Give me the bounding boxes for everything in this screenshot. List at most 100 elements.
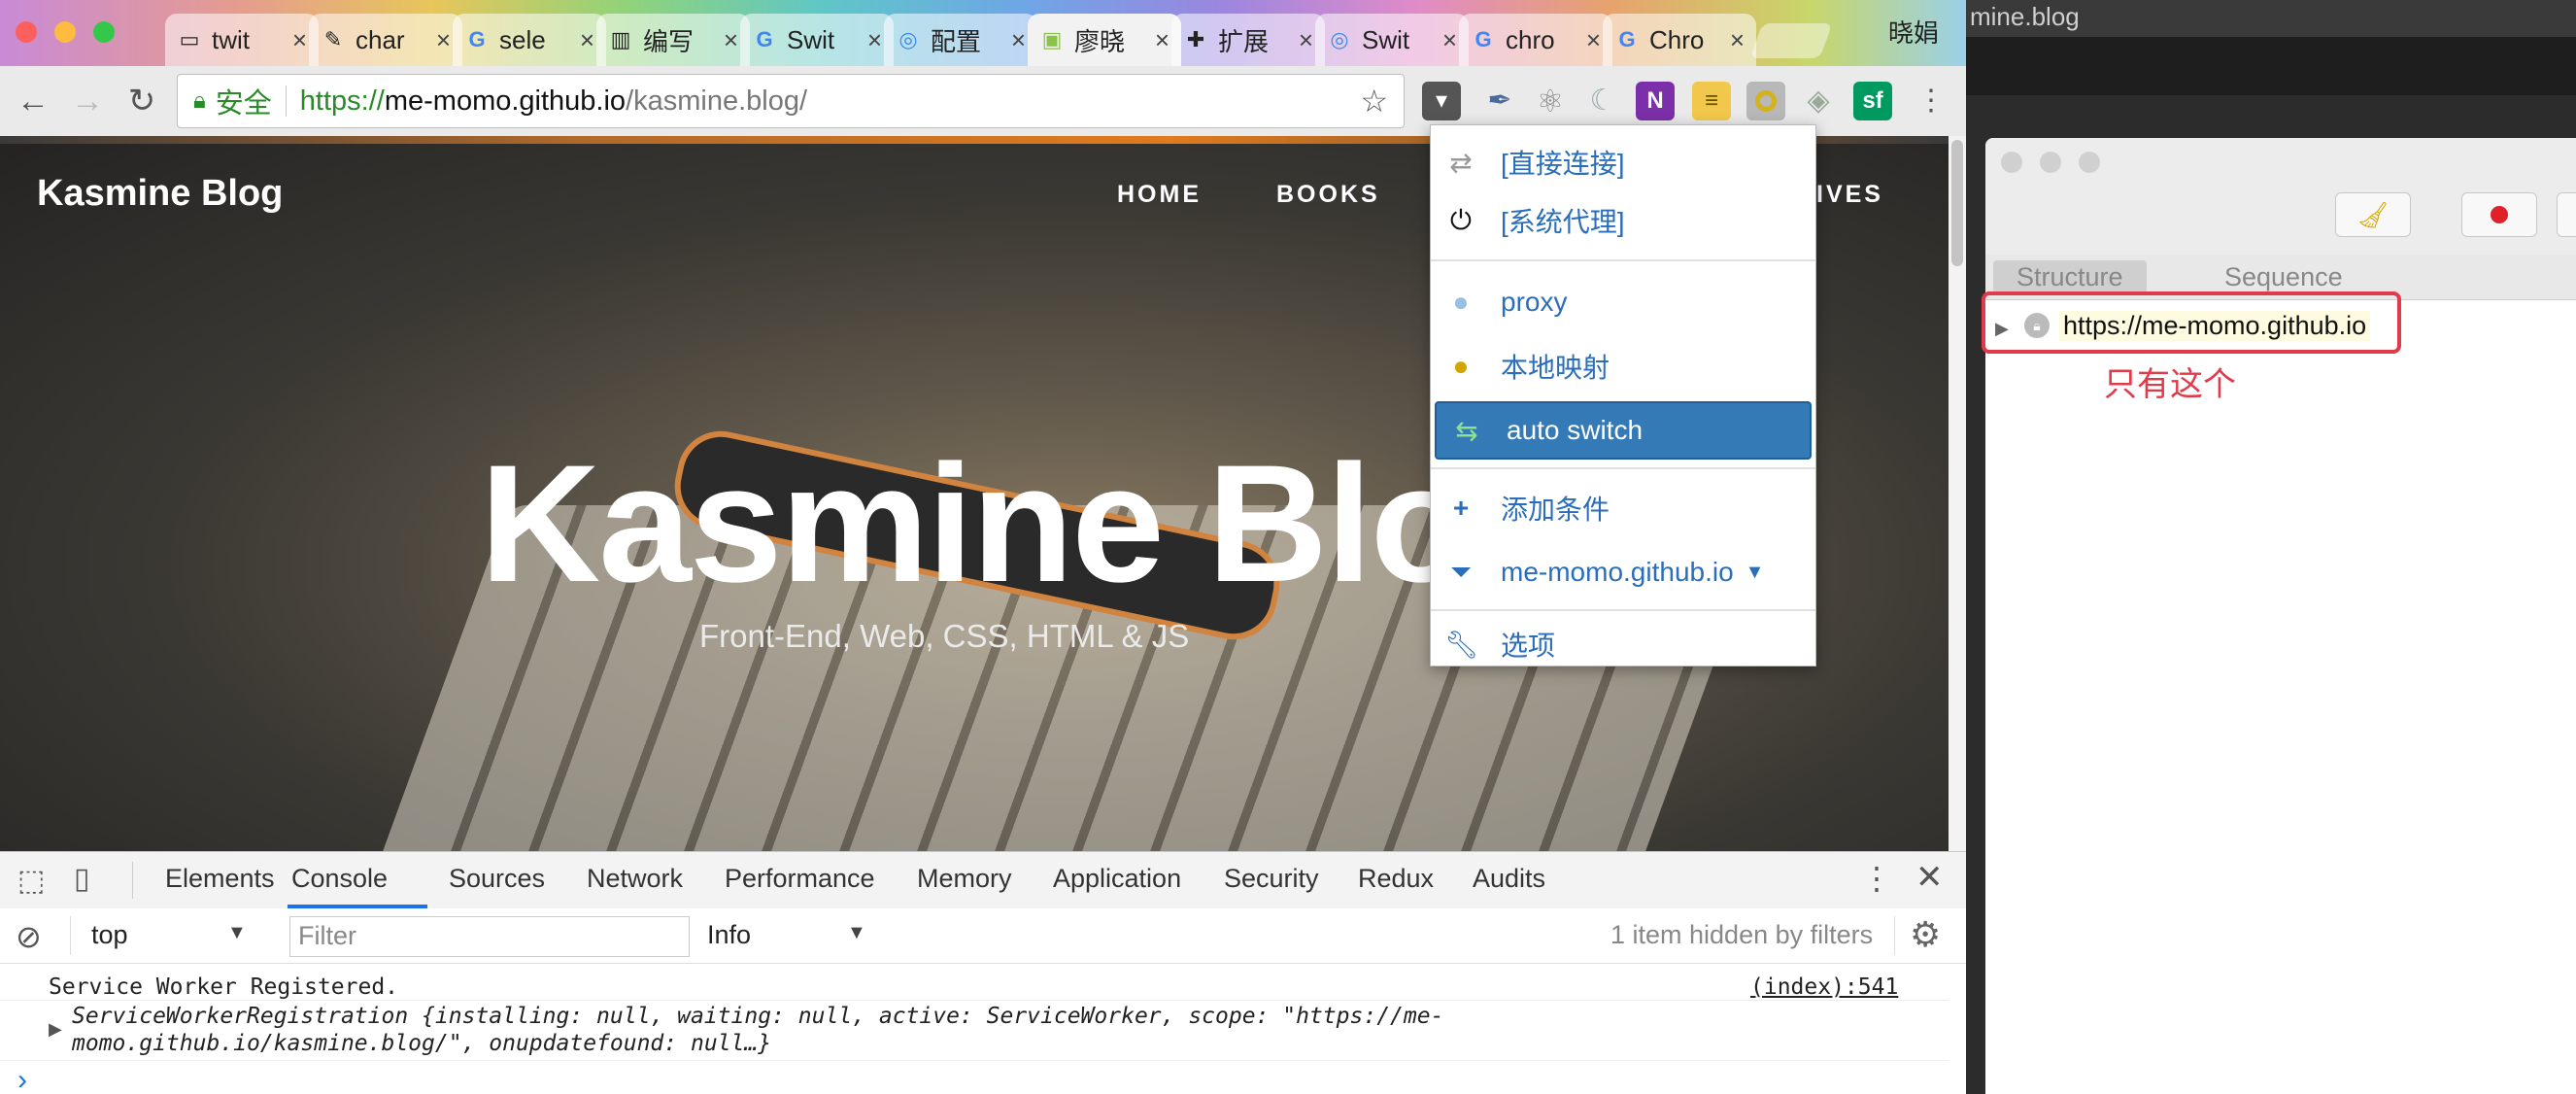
maximize-window-button[interactable]: [2079, 152, 2100, 173]
nav-home[interactable]: HOME: [1117, 181, 1202, 209]
console-prompt[interactable]: ›: [17, 1064, 27, 1094]
bookmark-star-icon[interactable]: ☆: [1360, 83, 1388, 120]
new-tab-button[interactable]: [1749, 23, 1833, 58]
settings-gear-icon[interactable]: ⚙: [1910, 914, 1941, 955]
close-tab-icon[interactable]: ×: [1730, 25, 1745, 55]
nav-archives[interactable]: IVES: [1816, 181, 1883, 209]
tab-8[interactable]: ◎ Swit ×: [1315, 14, 1469, 66]
tab-memory[interactable]: Memory: [917, 864, 1012, 894]
menu-item-direct[interactable]: ⇄ [直接连接]: [1431, 133, 1815, 191]
record-button[interactable]: [2461, 192, 2537, 237]
menu-item-add-condition[interactable]: + 添加条件: [1431, 479, 1815, 537]
android-icon: ▣: [1041, 27, 1063, 51]
nav-books[interactable]: BOOKS: [1276, 181, 1380, 209]
page-scrollbar-thumb[interactable]: [1951, 140, 1963, 266]
menu-item-domain[interactable]: ⏷ me-momo.github.io ▼: [1431, 543, 1815, 601]
close-window-button[interactable]: [16, 21, 37, 43]
console-filter-bar: ⊘ top ▼ Filter Info ▼ 1 item hidden by f…: [0, 908, 1966, 964]
tab-label: Chro: [1649, 24, 1705, 54]
forward-arrow-icon[interactable]: →: [68, 82, 107, 120]
devtools-panel: ⬚ ▯ Elements Console Sources Network Per…: [0, 851, 1966, 1094]
tab-redux[interactable]: Redux: [1358, 864, 1434, 894]
close-tab-icon[interactable]: ×: [1442, 25, 1457, 55]
close-tab-icon[interactable]: ×: [580, 25, 594, 55]
menu-item-options[interactable]: 🔧︎ 选项: [1431, 615, 1815, 673]
back-arrow-icon[interactable]: ←: [14, 82, 52, 120]
object-preview: {installing: null, waiting: null, active…: [422, 1004, 1444, 1029]
tab-3[interactable]: ▥ 编写 ×: [596, 14, 750, 66]
toolbar-button[interactable]: [2557, 192, 2576, 237]
react-icon[interactable]: ⚛: [1531, 82, 1570, 120]
reload-icon[interactable]: ↻: [122, 82, 161, 120]
close-tab-icon[interactable]: ×: [724, 25, 738, 55]
tab-security[interactable]: Security: [1224, 864, 1319, 894]
menu-kebab-icon[interactable]: ⋮: [1912, 82, 1950, 120]
close-tab-icon[interactable]: ×: [1155, 25, 1169, 55]
tab-elements[interactable]: Elements: [165, 864, 275, 894]
menu-item-proxy[interactable]: ● proxy: [1431, 273, 1815, 331]
minimize-window-button[interactable]: [54, 21, 76, 43]
tab-10[interactable]: G Chro ×: [1603, 14, 1756, 66]
devtools-menu-icon[interactable]: ⋮: [1861, 860, 1892, 897]
device-toolbar-icon[interactable]: ▯: [74, 862, 90, 896]
tab-0[interactable]: ▭ twit ×: [165, 14, 319, 66]
minimize-window-button[interactable]: [2040, 152, 2061, 173]
tab-network[interactable]: Network: [587, 864, 683, 894]
tab-sources[interactable]: Sources: [449, 864, 545, 894]
inspect-element-icon[interactable]: ⬚: [17, 864, 45, 898]
profile-name[interactable]: 晓娟: [1888, 14, 1939, 50]
expand-triangle-icon[interactable]: ▶: [49, 1019, 62, 1040]
menu-item-auto-switch[interactable]: ⇆ auto switch: [1435, 401, 1812, 460]
menu-item-local-mapping[interactable]: ● 本地映射: [1431, 337, 1815, 395]
tab-audits[interactable]: Audits: [1473, 864, 1545, 894]
tab-5[interactable]: ◎ 配置 ×: [884, 14, 1037, 66]
switchyomega-icon[interactable]: [1746, 82, 1785, 120]
tab-label: Swit: [787, 24, 835, 54]
tab-console[interactable]: Console: [291, 864, 388, 894]
close-devtools-icon[interactable]: ✕: [1915, 858, 1944, 897]
close-tab-icon[interactable]: ×: [436, 25, 451, 55]
tab-2[interactable]: Gsele ×: [453, 14, 606, 66]
toolbar-divider: [1894, 916, 1895, 955]
filter-icon: ⏷: [1449, 556, 1473, 587]
tab-sequence[interactable]: Sequence: [2201, 260, 2366, 293]
tab-9[interactable]: Gchro ×: [1459, 14, 1612, 66]
menu-item-label: [系统代理]: [1501, 207, 1625, 237]
tab-performance[interactable]: Performance: [725, 864, 875, 894]
layers-icon[interactable]: ◈: [1799, 82, 1838, 120]
tab-structure[interactable]: Structure: [1993, 260, 2147, 293]
console-source-link[interactable]: (index):541: [1750, 974, 1898, 1000]
segmentfault-icon[interactable]: sf: [1853, 82, 1892, 120]
tab-6[interactable]: ▣ 廖晓 ×: [1028, 14, 1181, 66]
url-path: /kasmine.blog/: [626, 85, 808, 117]
moon-icon[interactable]: ☾: [1583, 82, 1622, 120]
pocket-icon[interactable]: ▾: [1422, 82, 1461, 120]
globe-yellow-icon: ●: [1452, 351, 1470, 381]
site-brand[interactable]: Kasmine Blog: [37, 173, 283, 215]
eyedropper-icon[interactable]: ✒: [1480, 82, 1519, 120]
close-window-button[interactable]: [2001, 152, 2022, 173]
log-level-select[interactable]: Info: [707, 920, 751, 950]
tab-application[interactable]: Application: [1053, 864, 1181, 894]
address-bar[interactable]: 🔒︎ 安全 https:// me-momo.github.io /kasmin…: [177, 74, 1405, 128]
console-filter-input[interactable]: Filter: [289, 916, 690, 957]
tab-4[interactable]: G Swit ×: [740, 14, 894, 66]
context-select[interactable]: top: [91, 920, 128, 950]
broom-icon[interactable]: 🧹︎: [2335, 192, 2411, 237]
tab-1[interactable]: ✎ char ×: [309, 14, 462, 66]
menu-item-system[interactable]: ⏻ [系统代理]: [1431, 191, 1815, 250]
close-tab-icon[interactable]: ×: [1299, 25, 1313, 55]
close-tab-icon[interactable]: ×: [867, 25, 882, 55]
clear-console-icon[interactable]: ⊘: [16, 918, 42, 955]
close-tab-icon[interactable]: ×: [1586, 25, 1601, 55]
menu-divider: [1431, 609, 1815, 611]
document-icon: ▭: [179, 27, 200, 51]
console-object[interactable]: ServiceWorkerRegistration {installing: n…: [72, 1004, 1443, 1029]
close-tab-icon[interactable]: ×: [292, 25, 307, 55]
close-tab-icon[interactable]: ×: [1011, 25, 1026, 55]
onenote-icon[interactable]: N: [1636, 82, 1675, 120]
notes-icon[interactable]: ≡: [1692, 82, 1731, 120]
menu-item-label: [直接连接]: [1501, 149, 1625, 179]
tab-7[interactable]: ✚ 扩展 ×: [1171, 14, 1325, 66]
maximize-window-button[interactable]: [93, 21, 115, 43]
